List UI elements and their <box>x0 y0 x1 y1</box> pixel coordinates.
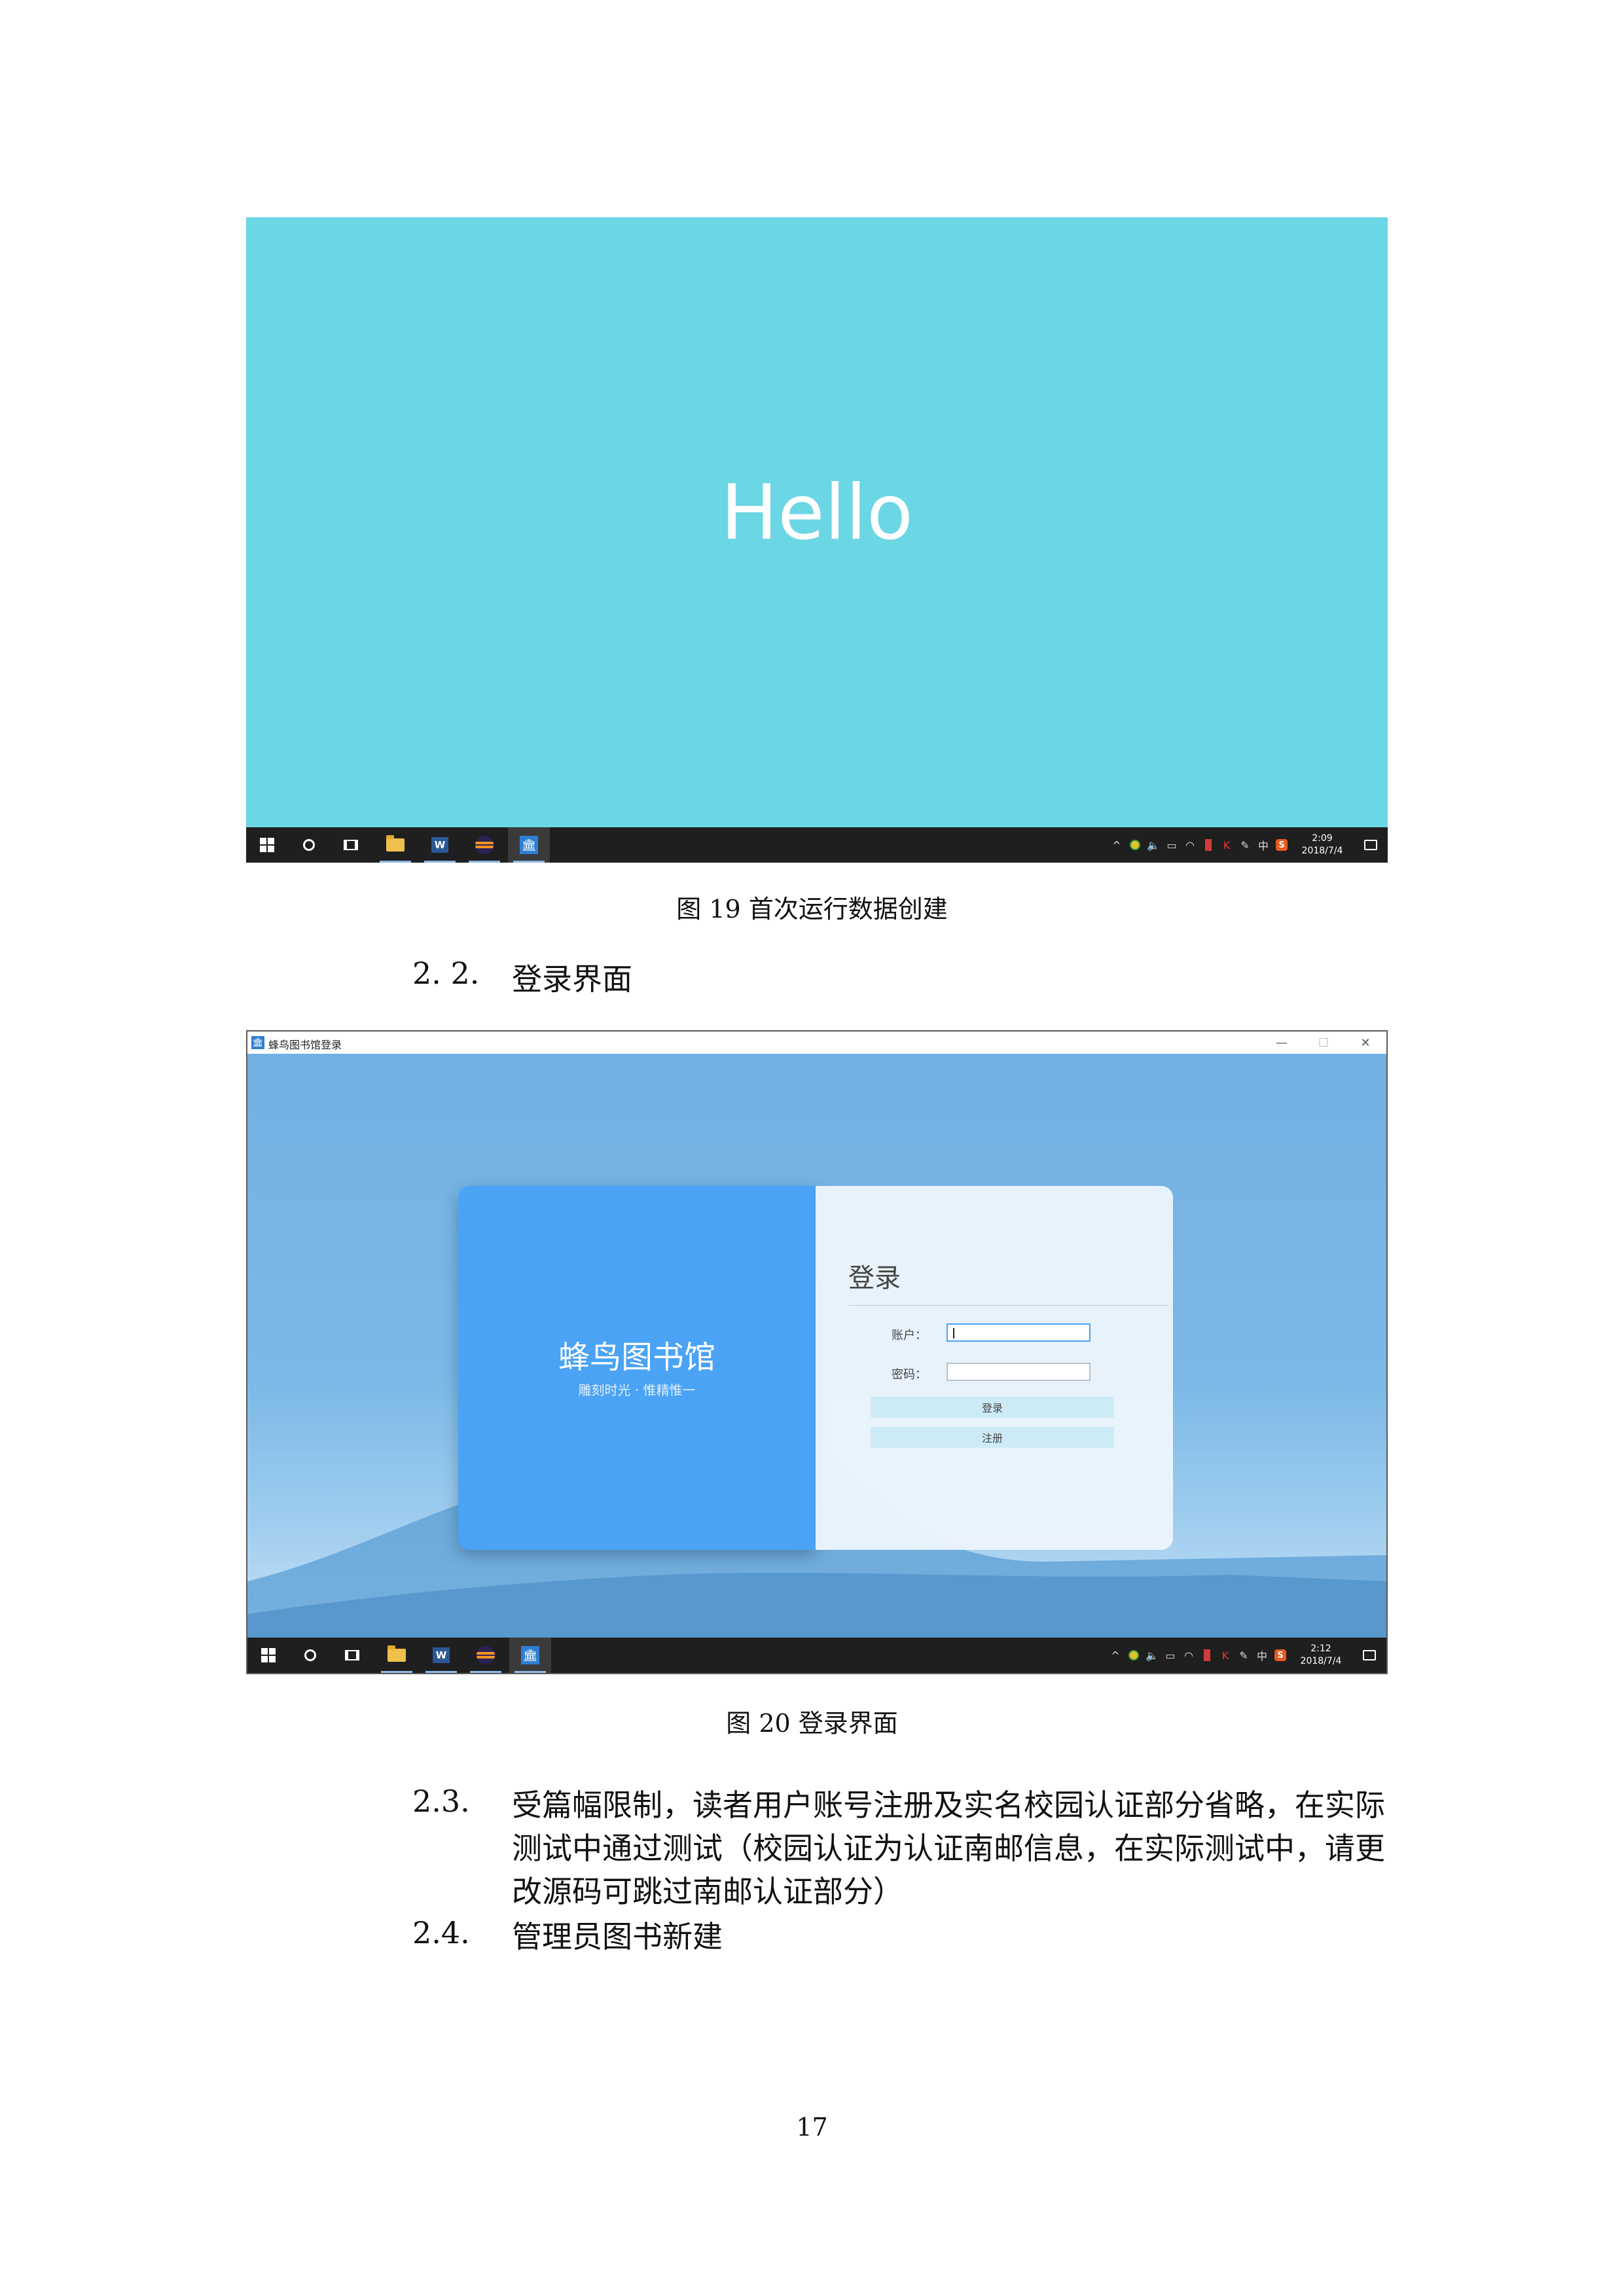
list-item-text: 管理员图书新建 <box>512 1919 723 1954</box>
wifi-icon[interactable]: ◠ <box>1180 1638 1198 1673</box>
figure-19-screenshot: Hello W 🏛 ^ 🔈 ▭ ◠ K ✎ 中 S 2:09 2018/7/4 <box>246 217 1388 863</box>
hello-screen: Hello <box>246 217 1388 827</box>
password-label: 密码： <box>892 1368 927 1382</box>
library-icon: 🏛 <box>521 1646 539 1664</box>
sougou-icon[interactable]: S <box>1271 1638 1290 1673</box>
antivirus-icon[interactable] <box>1199 827 1218 863</box>
folder-icon <box>388 1645 406 1662</box>
login-form: 登录 账户： 密码： 登录 注册 <box>816 1186 1173 1550</box>
list-item-number: 2.3. <box>412 1784 470 1819</box>
file-explorer-button[interactable] <box>374 827 416 863</box>
notification-icon <box>1363 1650 1376 1660</box>
login-button[interactable]: 登录 <box>871 1397 1114 1418</box>
task-view-button[interactable] <box>331 1638 373 1673</box>
clock-date: 2018/7/4 <box>1300 1656 1342 1666</box>
system-tray: ^ 🔈 ▭ ◠ K ✎ 中 S 2:12 2018/7/4 <box>1106 1638 1386 1673</box>
section-number: 2. 2. <box>412 956 480 991</box>
taskbar: W 🏛 ^ 🔈 ▭ ◠ K ✎ 中 S 2:09 2018/7/4 <box>246 827 1388 863</box>
figure-20-caption: 图 20 登录界面 <box>726 1709 898 1738</box>
k-app-icon[interactable]: K <box>1216 1638 1235 1673</box>
task-view-icon <box>344 840 358 850</box>
windows-icon <box>260 838 274 852</box>
register-button[interactable]: 注册 <box>871 1427 1114 1448</box>
hello-text: Hello <box>720 468 914 557</box>
divider <box>848 1305 1169 1306</box>
task-view-button[interactable] <box>330 827 372 863</box>
system-tray: ^ 🔈 ▭ ◠ K ✎ 中 S 2:09 2018/7/4 <box>1108 827 1388 863</box>
page-number: 17 <box>796 2113 828 2142</box>
task-view-icon <box>345 1650 359 1660</box>
antivirus-icon[interactable] <box>1198 1638 1216 1673</box>
battery-icon[interactable]: ▭ <box>1161 1638 1180 1673</box>
brand-title: 蜂鸟图书馆 <box>558 1339 715 1376</box>
account-input[interactable] <box>947 1323 1091 1342</box>
smiley-icon[interactable] <box>1125 1638 1143 1673</box>
window-title: 蜂鸟图书馆登录 <box>268 1039 342 1051</box>
minimize-button[interactable]: — <box>1261 1031 1303 1054</box>
account-label: 账户： <box>892 1329 927 1342</box>
section-title: 登录界面 <box>512 961 632 997</box>
clock-date: 2018/7/4 <box>1301 846 1343 856</box>
action-center-button[interactable] <box>1354 827 1388 863</box>
start-button[interactable] <box>246 827 288 863</box>
list-item-number: 2.4. <box>412 1915 470 1950</box>
app-icon: 🏛 <box>251 1036 264 1049</box>
eclipse-button[interactable] <box>465 1638 507 1673</box>
action-center-button[interactable] <box>1352 1638 1386 1673</box>
figure-20-screenshot: 🏛 蜂鸟图书馆登录 — ☐ ✕ 蜂鸟图书馆 雕刻时光 · 惟精惟一 登录 账户：… <box>246 1030 1388 1674</box>
chevron-up-icon[interactable]: ^ <box>1108 827 1126 863</box>
login-background: 蜂鸟图书馆 雕刻时光 · 惟精惟一 登录 账户： 密码： 登录 注册 <box>247 1054 1386 1640</box>
cortana-button[interactable] <box>289 1638 331 1673</box>
window-titlebar: 🏛 蜂鸟图书馆登录 — ☐ ✕ <box>247 1031 1386 1054</box>
password-input[interactable] <box>947 1363 1091 1381</box>
word-icon: W <box>433 1647 450 1663</box>
cortana-icon <box>304 1649 316 1661</box>
brand-slogan: 雕刻时光 · 惟精惟一 <box>578 1382 696 1398</box>
taskbar: W 🏛 ^ 🔈 ▭ ◠ K ✎ 中 S 2:12 2018/7/4 <box>247 1638 1386 1673</box>
notification-icon <box>1364 840 1377 850</box>
ime-indicator[interactable]: 中 <box>1254 827 1272 863</box>
clock[interactable]: 2:12 2018/7/4 <box>1290 1643 1352 1668</box>
ime-indicator[interactable]: 中 <box>1253 1638 1271 1673</box>
clock[interactable]: 2:09 2018/7/4 <box>1291 833 1354 857</box>
chevron-up-icon[interactable]: ^ <box>1106 1638 1125 1673</box>
clock-time: 2:12 <box>1310 1643 1331 1654</box>
clock-time: 2:09 <box>1312 833 1333 844</box>
list-item-text: 受篇幅限制，读者用户账号注册及实名校园认证部分省略，在实际测试中通过测试（校园认… <box>512 1787 1385 1909</box>
pen-icon[interactable]: ✎ <box>1236 827 1254 863</box>
word-button[interactable]: W <box>420 1638 462 1673</box>
battery-icon[interactable]: ▭ <box>1163 827 1181 863</box>
file-explorer-button[interactable] <box>376 1638 418 1673</box>
cortana-icon <box>303 839 315 851</box>
windows-icon <box>261 1648 276 1662</box>
pen-icon[interactable]: ✎ <box>1235 1638 1253 1673</box>
smiley-icon[interactable] <box>1126 827 1144 863</box>
word-icon: W <box>431 837 448 853</box>
start-button[interactable] <box>247 1638 289 1673</box>
wifi-icon[interactable]: ◠ <box>1181 827 1199 863</box>
folder-icon <box>386 835 405 852</box>
close-button[interactable]: ✕ <box>1344 1031 1386 1054</box>
library-app-button[interactable]: 🏛 <box>508 827 550 863</box>
sougou-icon[interactable]: S <box>1272 827 1291 863</box>
volume-icon[interactable]: 🔈 <box>1143 1638 1161 1673</box>
k-app-icon[interactable]: K <box>1218 827 1236 863</box>
brand-panel: 蜂鸟图书馆 雕刻时光 · 惟精惟一 <box>458 1186 816 1550</box>
figure-19-caption: 图 19 首次运行数据创建 <box>676 895 948 924</box>
maximize-button[interactable]: ☐ <box>1303 1031 1344 1054</box>
library-app-button[interactable]: 🏛 <box>509 1638 551 1673</box>
cortana-button[interactable] <box>288 827 330 863</box>
login-card: 蜂鸟图书馆 雕刻时光 · 惟精惟一 登录 账户： 密码： 登录 注册 <box>458 1186 1173 1550</box>
eclipse-button[interactable] <box>463 827 505 863</box>
library-icon: 🏛 <box>520 836 538 854</box>
login-heading: 登录 <box>848 1263 901 1293</box>
eclipse-icon <box>475 836 494 854</box>
word-button[interactable]: W <box>419 827 461 863</box>
eclipse-icon <box>477 1646 495 1664</box>
volume-icon[interactable]: 🔈 <box>1144 827 1163 863</box>
